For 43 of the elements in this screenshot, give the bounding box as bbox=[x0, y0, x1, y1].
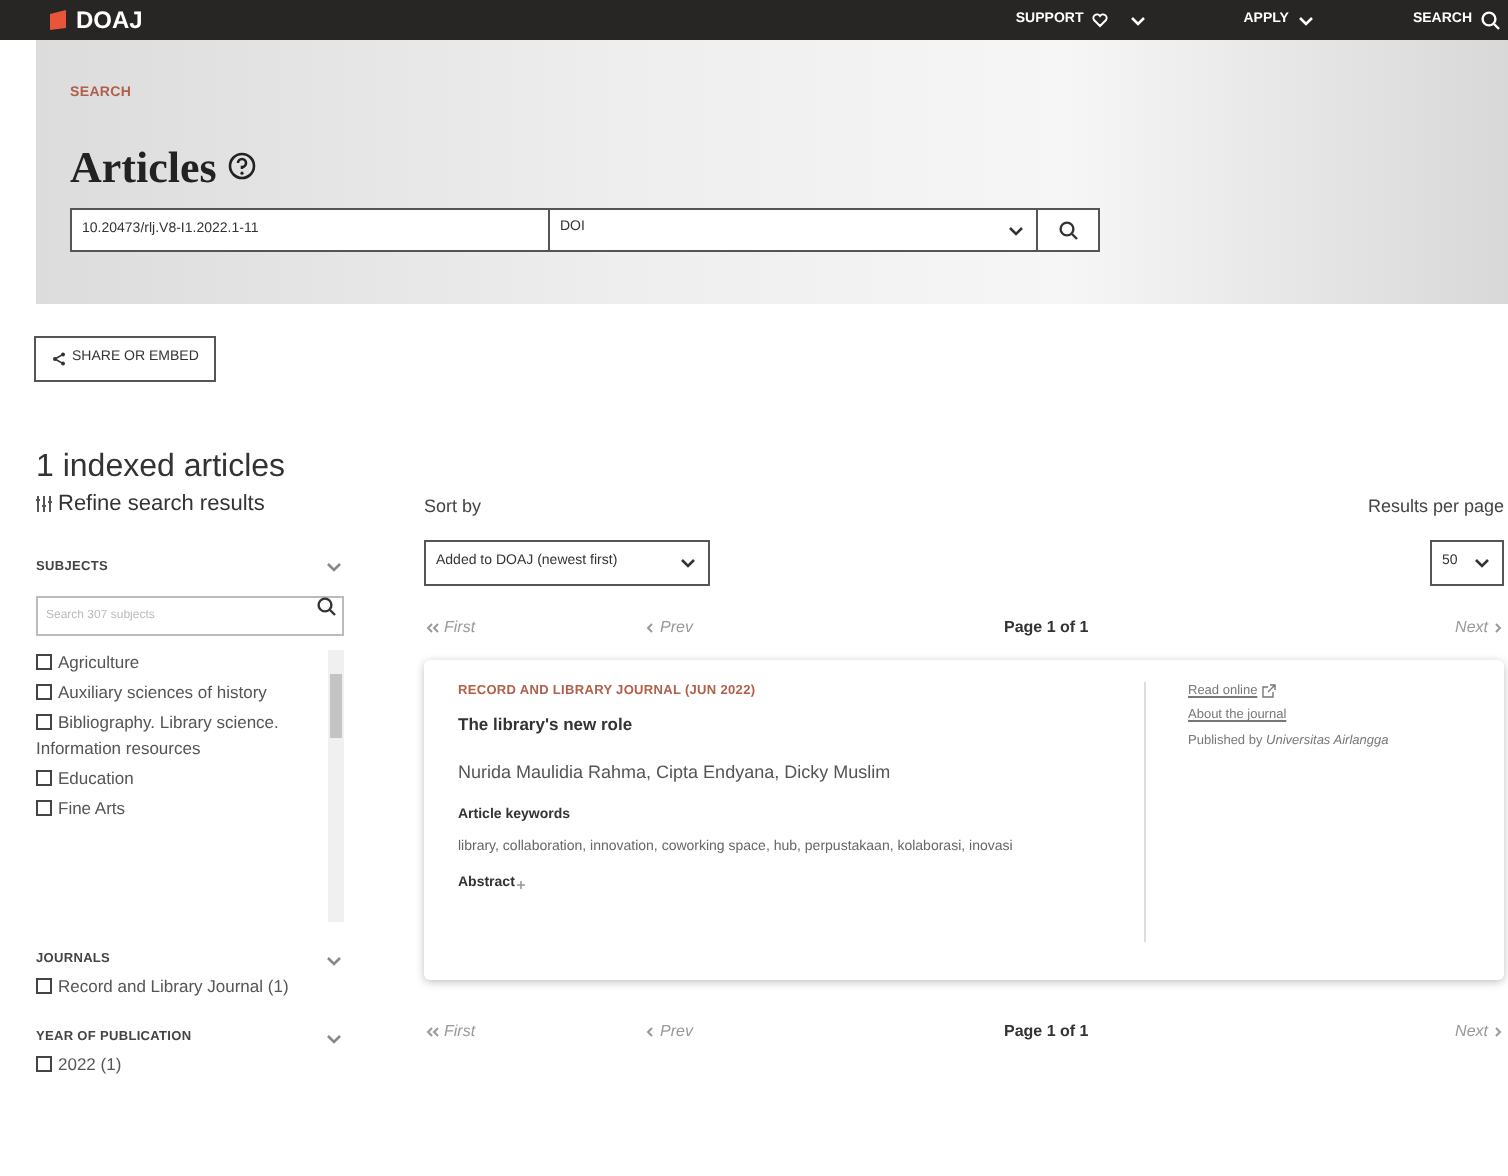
chevron-down-icon bbox=[1472, 554, 1492, 570]
share-icon bbox=[52, 352, 66, 366]
refine-heading: Refine search results bbox=[58, 490, 265, 520]
facet-option[interactable]: Education bbox=[36, 766, 320, 793]
chevron-down-icon bbox=[1296, 12, 1317, 28]
facet-option[interactable]: 2022 (1) bbox=[36, 1051, 336, 1078]
logo-icon bbox=[48, 10, 68, 30]
result-count: 1 indexed articles bbox=[36, 448, 288, 488]
chevron-right-icon bbox=[1492, 619, 1504, 635]
per-page-label: Results per page bbox=[1367, 494, 1504, 520]
scrollbar[interactable] bbox=[328, 650, 344, 923]
search-icon bbox=[1480, 10, 1500, 30]
chevron-down-icon bbox=[678, 554, 698, 570]
page-indicator: Page 1 of 1 bbox=[1004, 615, 1089, 639]
sort-label: Sort by bbox=[424, 494, 482, 520]
chevron-down-icon bbox=[324, 558, 344, 575]
double-chevron-left-icon bbox=[424, 619, 440, 635]
heart-icon bbox=[1091, 12, 1108, 28]
chevron-down-icon bbox=[1006, 221, 1026, 237]
facet-option[interactable]: Record and Library Journal (1) bbox=[36, 974, 336, 1000]
chevron-left-icon bbox=[644, 619, 656, 635]
facet-option[interactable]: Bibliography. Library science. Information resources bbox=[36, 710, 320, 763]
search-icon bbox=[1058, 219, 1078, 239]
chevron-left-icon bbox=[644, 1023, 656, 1039]
page-indicator: Page 1 of 1 bbox=[1004, 1019, 1089, 1043]
double-chevron-left-icon bbox=[424, 1023, 440, 1039]
facet-option[interactable]: Fine Arts bbox=[36, 796, 320, 823]
plus-icon bbox=[516, 879, 527, 890]
help-icon bbox=[228, 152, 257, 180]
search-button[interactable] bbox=[1036, 207, 1100, 251]
article-authors: Nurida Maulidia Rahma, Cipta Endyana, Dicky Muslim bbox=[458, 760, 893, 786]
chevron-right-icon bbox=[1492, 1023, 1504, 1039]
external-link-icon bbox=[1261, 683, 1276, 698]
search-icon bbox=[316, 596, 336, 617]
page-title: Articles bbox=[70, 139, 217, 195]
chevron-down-icon bbox=[324, 952, 344, 969]
filter-icon bbox=[36, 496, 52, 513]
facet-option[interactable]: Agriculture bbox=[36, 650, 320, 677]
article-title[interactable]: The library's new role bbox=[458, 712, 1144, 738]
facet-option[interactable]: Auxiliary sciences of history bbox=[36, 680, 320, 707]
logo-text[interactable]: DOAJ bbox=[76, 2, 143, 38]
chevron-down-icon bbox=[324, 1029, 344, 1046]
chevron-down-icon bbox=[1127, 12, 1148, 28]
